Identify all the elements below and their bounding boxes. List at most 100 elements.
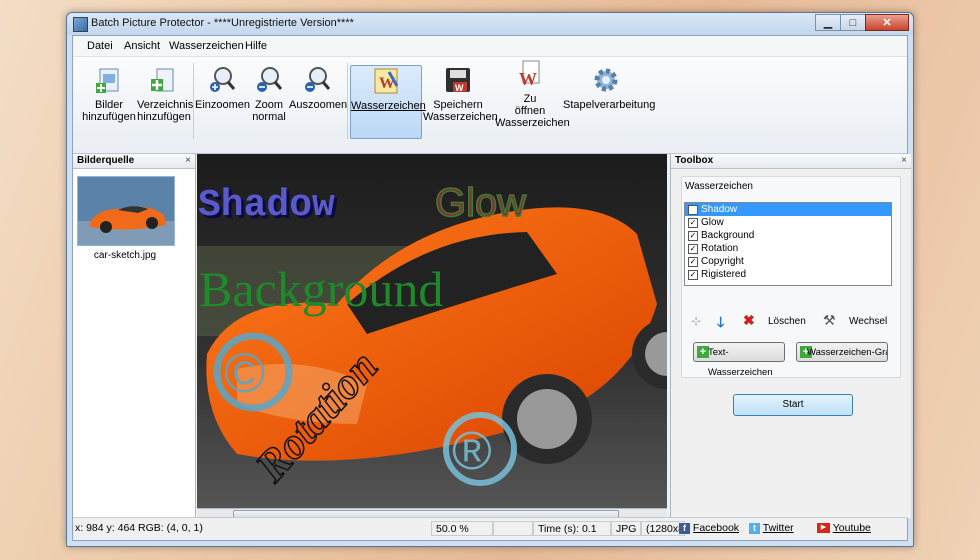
- image-preview[interactable]: Shadow Shadow Glow Background © Rotation…: [197, 154, 667, 508]
- client-area: Datei Ansicht Wasserzeichen Hilfe Bilder…: [72, 35, 911, 541]
- add-images-label-1: Bilder: [94, 99, 124, 111]
- zoom-out-icon: [302, 65, 332, 95]
- arrow-down-icon[interactable]: 🡓: [717, 312, 724, 336]
- swap-icon[interactable]: ⚒: [823, 312, 836, 329]
- svg-text:W: W: [455, 83, 464, 93]
- maximize-button[interactable]: □: [840, 14, 866, 31]
- menu-datei[interactable]: Datei: [87, 40, 113, 52]
- move-up-icon[interactable]: ⊹: [691, 314, 701, 328]
- zoom-normal-button[interactable]: Zoom normal: [249, 65, 289, 137]
- delete-icon[interactable]: ✖: [743, 312, 755, 329]
- image-source-close-icon[interactable]: ×: [185, 154, 191, 168]
- list-item-copyright[interactable]: ✓ Copyright: [685, 255, 891, 268]
- list-item-label: Copyright: [701, 256, 744, 267]
- toolbox-close-icon[interactable]: ×: [901, 154, 907, 168]
- start-button[interactable]: Start: [733, 394, 853, 416]
- add-graphic-watermark-label: Wasserzeichen-Grafi: [807, 347, 888, 358]
- list-item-label: Rigistered: [701, 269, 747, 280]
- svg-text:W: W: [519, 69, 537, 89]
- youtube-icon: ▶: [817, 523, 830, 534]
- window-title: Batch Picture Protector - ****Unregistri…: [91, 17, 354, 29]
- menu-ansicht[interactable]: Ansicht: [124, 40, 160, 52]
- toolbox-title: Toolbox: [675, 155, 714, 166]
- minimize-button[interactable]: ▁: [815, 14, 841, 31]
- watermark-icon: W: [371, 66, 401, 96]
- close-button[interactable]: ✕: [865, 14, 909, 31]
- title-bar[interactable]: Batch Picture Protector - ****Unregistri…: [67, 13, 913, 35]
- ribbon-toolbar: Bilder hinzufügen Verzeichnis hinzufügen E…: [73, 57, 907, 154]
- watermark-group-label: Wasserzeichen: [685, 181, 753, 192]
- facebook-link[interactable]: f Facebook: [679, 521, 739, 536]
- open-watermark-icon: W: [515, 59, 545, 89]
- add-text-watermark-button[interactable]: + Text-Wasserzeichen: [693, 342, 785, 378]
- add-folder-label-1: Verzeichnis: [137, 99, 194, 111]
- status-time: Time (s): 0.1: [533, 521, 611, 536]
- list-item-label: Rotation: [701, 243, 739, 254]
- youtube-link[interactable]: ▶ Youtube: [817, 521, 887, 536]
- save-watermark-label-1: Speichern: [433, 99, 483, 111]
- zoom-normal-label-1: Zoom: [254, 99, 284, 111]
- status-coordinates: x: 984 y: 464 RGB: (4, 0, 1): [75, 522, 203, 534]
- list-item-label: Shadow: [701, 204, 738, 215]
- zoom-normal-icon: [254, 65, 284, 95]
- add-images-icon: [94, 65, 124, 95]
- menu-wasserzeichen[interactable]: Wasserzeichen: [169, 40, 244, 52]
- zoom-out-label: Auszoomen: [289, 99, 348, 111]
- open-watermark-button[interactable]: W Zu öffnen Wasserzeichen: [495, 59, 570, 131]
- checkbox-glow[interactable]: ✓: [688, 218, 698, 228]
- open-watermark-label-2: öffnen: [514, 105, 546, 117]
- open-watermark-label-3: Wasserzeichen: [495, 117, 570, 129]
- add-images-button[interactable]: Bilder hinzufügen: [79, 65, 139, 137]
- registered-watermark: ®: [452, 421, 492, 481]
- youtube-label: Youtube: [832, 522, 871, 534]
- add-folder-icon: [149, 65, 179, 95]
- add-text-watermark-label: Text-Wasserzeichen: [708, 347, 773, 378]
- add-folder-button[interactable]: Verzeichnis hinzufügen: [137, 65, 194, 137]
- status-empty: [493, 521, 533, 536]
- thumbnail-caption: car-sketch.jpg: [93, 250, 157, 261]
- batch-processing-button[interactable]: Stapelverarbeitung: [563, 65, 655, 137]
- add-graphic-watermark-button[interactable]: + Wasserzeichen-Grafi: [796, 342, 888, 362]
- gear-icon: [591, 65, 621, 95]
- toolbox-header: Toolbox ×: [671, 154, 911, 169]
- checkbox-copyright[interactable]: ✓: [688, 257, 698, 267]
- zoom-in-icon: [207, 65, 237, 95]
- checkbox-shadow[interactable]: ✓: [688, 205, 698, 215]
- list-item-shadow[interactable]: ✓ Shadow: [685, 203, 891, 216]
- copyright-watermark: ©: [224, 341, 265, 404]
- zoom-normal-label-2: normal: [252, 111, 286, 123]
- save-watermark-button[interactable]: W Speichern Wasserzeichen: [423, 65, 498, 137]
- twitter-link[interactable]: t Twitter: [749, 521, 805, 536]
- checkbox-registered[interactable]: ✓: [688, 270, 698, 280]
- facebook-label: Facebook: [692, 522, 739, 534]
- twitter-label: Twitter: [762, 522, 794, 534]
- image-source-title: Bilderquelle: [77, 155, 135, 166]
- add-images-label-2: hinzufügen: [82, 111, 136, 123]
- app-icon: [73, 17, 88, 32]
- toolbox-panel: Toolbox × Wasserzeichen ✓ Shadow ✓ Glow ✓ B…: [670, 154, 911, 518]
- delete-label[interactable]: Löschen: [768, 316, 806, 327]
- swap-label[interactable]: Wechsel: [849, 316, 887, 327]
- twitter-icon: t: [749, 522, 760, 534]
- app-window: Batch Picture Protector - ****Unregistri…: [66, 12, 914, 547]
- add-folder-label-2: hinzufügen: [137, 111, 191, 123]
- image-thumbnail[interactable]: [77, 176, 175, 246]
- zoom-in-button[interactable]: Einzoomen: [195, 65, 251, 137]
- shadow-watermark: Shadow: [198, 184, 335, 227]
- watermark-button[interactable]: W Wasserzeichen: [350, 65, 426, 139]
- list-item-background[interactable]: ✓ Background: [685, 229, 891, 242]
- watermark-list[interactable]: ✓ Shadow ✓ Glow ✓ Background ✓ Rotation ✓ Cop…: [684, 202, 892, 286]
- list-item-rotation[interactable]: ✓ Rotation: [685, 242, 891, 255]
- zoom-out-button[interactable]: Auszoomen: [289, 65, 348, 137]
- open-watermark-label-1: Zu: [523, 93, 537, 105]
- facebook-icon: f: [679, 522, 690, 534]
- list-item-label: Glow: [701, 217, 724, 228]
- watermark-label: Wasserzeichen: [351, 100, 426, 112]
- checkbox-rotation[interactable]: ✓: [688, 244, 698, 254]
- list-item-registered[interactable]: ✓ Rigistered: [685, 268, 891, 281]
- menu-bar: Datei Ansicht Wasserzeichen Hilfe: [73, 36, 907, 57]
- zoom-in-label: Einzoomen: [195, 99, 251, 111]
- checkbox-background[interactable]: ✓: [688, 231, 698, 241]
- menu-hilfe[interactable]: Hilfe: [245, 40, 267, 52]
- list-item-glow[interactable]: ✓ Glow: [685, 216, 891, 229]
